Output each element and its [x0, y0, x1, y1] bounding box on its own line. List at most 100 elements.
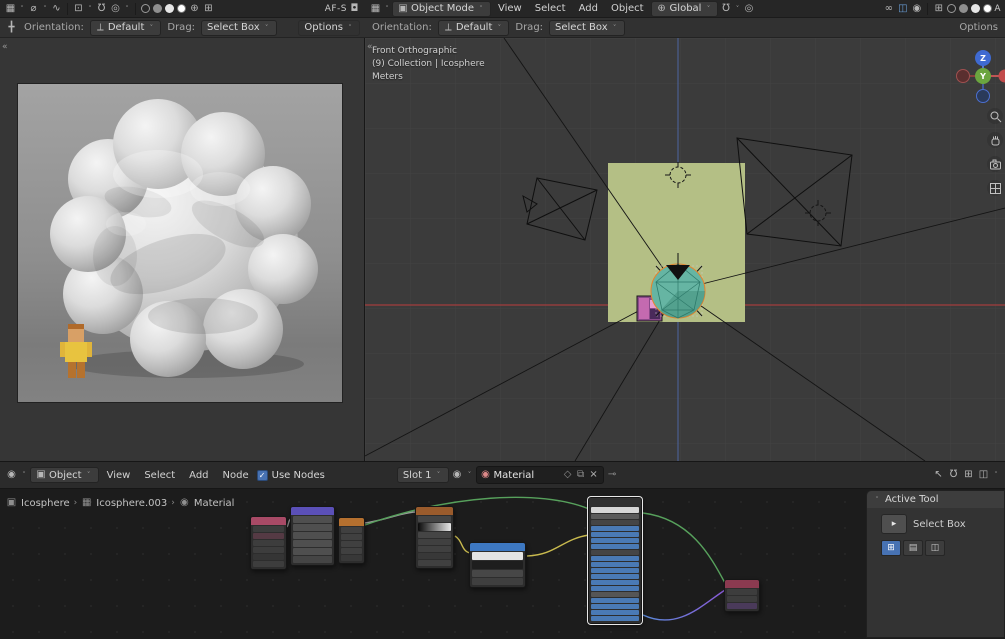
- node-row[interactable]: [591, 538, 639, 543]
- menu-object[interactable]: Object: [605, 0, 650, 17]
- node-row[interactable]: [591, 598, 639, 603]
- node-row[interactable]: [591, 568, 639, 573]
- shader-node-texture-coordinate[interactable]: [338, 517, 365, 564]
- node-row[interactable]: [591, 520, 639, 525]
- node-header[interactable]: [470, 543, 525, 551]
- node-row[interactable]: [591, 544, 639, 549]
- node-row[interactable]: [341, 527, 362, 533]
- node-row[interactable]: [472, 570, 523, 577]
- arrange-icon[interactable]: ◫: [977, 468, 990, 482]
- pan-hand-icon[interactable]: [987, 132, 1003, 148]
- shading-solid-button[interactable]: [153, 4, 162, 13]
- editor-type-icon[interactable]: ▦: [369, 2, 382, 16]
- proportional-editing-icon[interactable]: ◎: [742, 2, 755, 16]
- shader-node-mapping[interactable]: [290, 506, 335, 566]
- active-tool-panel-header[interactable]: ˅ Active Tool: [867, 491, 1004, 508]
- gizmo-minus-z-axis[interactable]: [976, 89, 990, 103]
- shading-wireframe-button[interactable]: [141, 4, 150, 13]
- navigation-gizmo[interactable]: Z Y: [953, 44, 1005, 112]
- node-row[interactable]: [591, 562, 639, 567]
- node-row[interactable]: [293, 516, 332, 523]
- overlays-icon[interactable]: ⊞: [202, 2, 215, 16]
- zoom-icon[interactable]: [987, 108, 1003, 124]
- node-row[interactable]: [591, 604, 639, 609]
- node-header[interactable]: [589, 498, 641, 506]
- overlays-icon[interactable]: ⊞: [932, 2, 945, 16]
- node-row[interactable]: [727, 603, 757, 609]
- transform-orientation-dropdown[interactable]: ⊕ Global ˅: [650, 0, 719, 17]
- snap-magnet-icon[interactable]: ℧: [719, 2, 732, 16]
- menu-view[interactable]: View: [492, 0, 528, 17]
- node-header[interactable]: [725, 580, 759, 588]
- node-row[interactable]: [253, 547, 284, 553]
- node-row[interactable]: [472, 552, 523, 560]
- fake-user-shield-icon[interactable]: ◇: [563, 468, 573, 482]
- camera-icon[interactable]: ◘: [348, 2, 361, 16]
- select-box-tool-icon[interactable]: ▸: [881, 514, 907, 534]
- node-row[interactable]: [418, 516, 451, 522]
- orientation-dropdown[interactable]: ⟂ Default ˅: [89, 19, 162, 36]
- node-row[interactable]: [418, 523, 451, 531]
- node-row[interactable]: [591, 592, 639, 597]
- menu-node[interactable]: Node: [217, 462, 255, 488]
- toolbar-collapse-arrow[interactable]: «: [2, 42, 8, 52]
- overlays-icon[interactable]: ⊞: [962, 468, 975, 482]
- use-nodes-checkbox[interactable]: ✓: [256, 469, 268, 481]
- node-row[interactable]: [253, 526, 284, 532]
- pin-icon[interactable]: ⊸: [606, 468, 619, 482]
- node-row[interactable]: [293, 524, 332, 531]
- breadcrumb-mesh[interactable]: Icosphere.003: [96, 498, 167, 509]
- node-row[interactable]: [591, 514, 639, 519]
- active-tool-icon[interactable]: ╋: [5, 21, 18, 35]
- shader-node-mix[interactable]: [469, 542, 526, 588]
- xray-toggle-icon[interactable]: ◫: [896, 2, 909, 16]
- editor-type-icon[interactable]: ▦: [4, 2, 17, 16]
- node-row[interactable]: [591, 574, 639, 579]
- falloff-icon[interactable]: ⌀: [27, 2, 40, 16]
- node-row[interactable]: [472, 578, 523, 585]
- orientation-dropdown[interactable]: ⟂ Default ˅: [437, 19, 510, 36]
- curve-falloff-icon[interactable]: ∿: [50, 2, 63, 16]
- snap-magnet-icon[interactable]: ℧: [95, 2, 108, 16]
- pivot-point-icon[interactable]: ⊡: [72, 2, 85, 16]
- shading-material-button[interactable]: [971, 4, 981, 13]
- node-row[interactable]: [472, 561, 523, 569]
- tool-option-frames-button[interactable]: ◫: [925, 540, 945, 556]
- menu-view[interactable]: View: [101, 462, 137, 488]
- node-row[interactable]: [341, 548, 362, 554]
- gizmo-minus-x-axis[interactable]: [956, 69, 970, 83]
- node-row[interactable]: [341, 534, 362, 540]
- node-row[interactable]: [591, 616, 639, 621]
- node-row[interactable]: [591, 556, 639, 561]
- node-row[interactable]: [591, 550, 639, 555]
- tool-option-image-button[interactable]: ▤: [903, 540, 923, 556]
- shading-material-button[interactable]: [165, 4, 174, 13]
- unlink-close-icon[interactable]: ×: [589, 468, 599, 482]
- node-row[interactable]: [591, 532, 639, 537]
- shading-rendered-button[interactable]: [983, 4, 993, 13]
- node-row[interactable]: [293, 540, 332, 547]
- mode-dropdown[interactable]: ▣ Object Mode ˅: [392, 0, 491, 17]
- shader-node-editor[interactable]: ▣ Icosphere › ▦ Icosphere.003 › ◉ Materi…: [0, 489, 1005, 639]
- breadcrumb-object[interactable]: Icosphere: [21, 498, 70, 509]
- node-header[interactable]: [291, 507, 334, 515]
- menu-select[interactable]: Select: [529, 0, 572, 17]
- ortho-grid-icon[interactable]: [987, 180, 1003, 196]
- options-dropdown[interactable]: Options ˅: [298, 19, 360, 36]
- snap-magnet-icon[interactable]: ℧: [947, 468, 960, 482]
- options-dropdown[interactable]: Options: [959, 22, 998, 33]
- node-row[interactable]: [727, 589, 757, 595]
- node-header[interactable]: [251, 517, 286, 525]
- back-arrow-icon[interactable]: ↖: [932, 468, 945, 482]
- node-row[interactable]: [418, 553, 451, 559]
- drag-dropdown[interactable]: Select Box ˅: [201, 19, 277, 36]
- menu-add[interactable]: Add: [573, 0, 604, 17]
- node-row[interactable]: [253, 554, 284, 560]
- breadcrumb-material[interactable]: Material: [194, 498, 235, 509]
- shader-node-principled-bsdf[interactable]: [588, 497, 642, 624]
- shader-node-material-output[interactable]: [724, 579, 760, 612]
- node-row[interactable]: [293, 548, 332, 555]
- node-header[interactable]: [416, 507, 453, 515]
- node-row[interactable]: [293, 556, 332, 563]
- main-3d-viewport[interactable]: « Front Orthographic (9) Collection | Ic…: [365, 38, 1005, 461]
